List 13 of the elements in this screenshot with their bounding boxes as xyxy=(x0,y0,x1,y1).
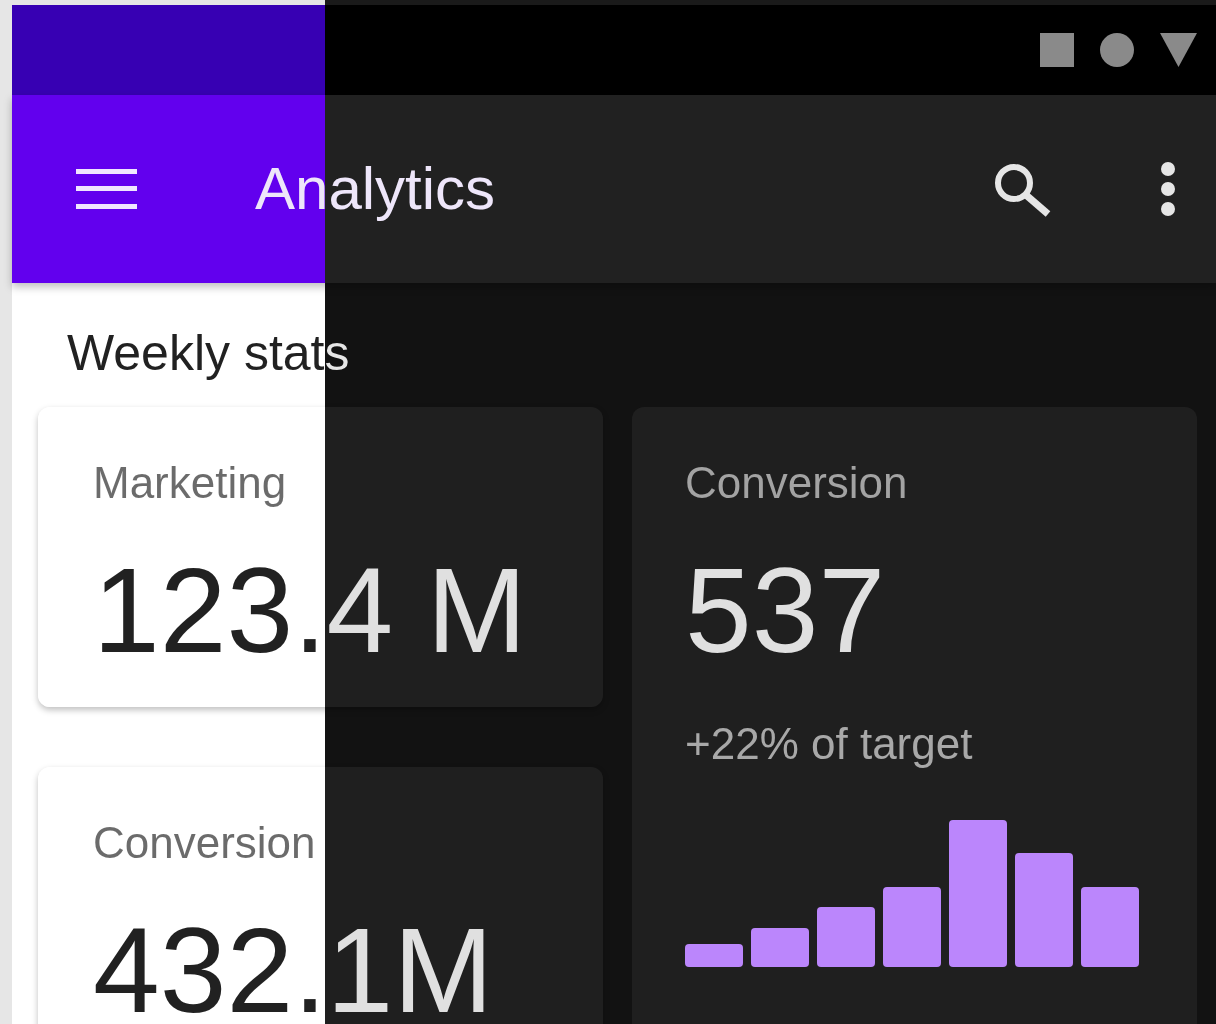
chart-bar xyxy=(685,943,743,967)
square-icon xyxy=(1040,33,1074,67)
search-button[interactable] xyxy=(992,161,1052,217)
chart-bar xyxy=(817,906,875,967)
target-note: +22% of target xyxy=(685,717,973,770)
search-icon xyxy=(992,161,1052,217)
menu-icon xyxy=(76,169,137,209)
triangle-icon xyxy=(1160,33,1197,67)
more-button[interactable] xyxy=(1160,162,1176,216)
menu-button[interactable] xyxy=(76,169,137,209)
circle-icon xyxy=(1100,33,1134,67)
more-icon xyxy=(1160,162,1176,216)
chart-bar xyxy=(751,927,809,967)
